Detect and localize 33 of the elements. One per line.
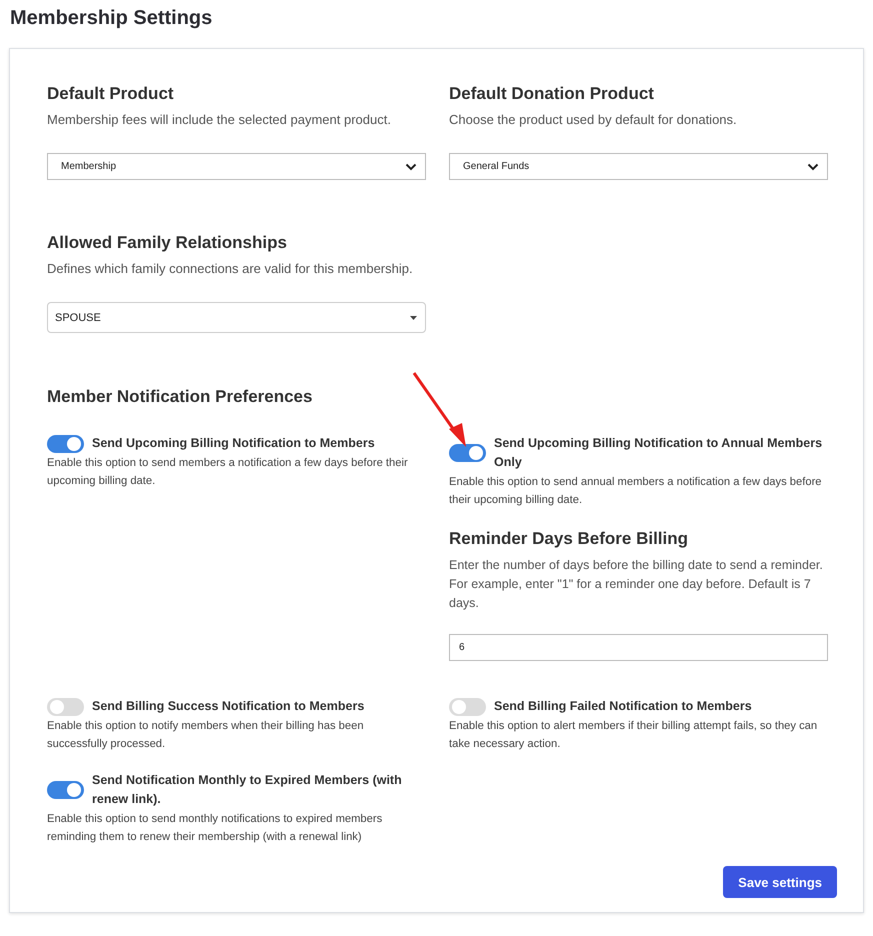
toggle-label: Send Upcoming Billing Notification to Annual Members Only <box>494 435 824 471</box>
page-title: Membership Settings <box>10 6 214 31</box>
section-heading: Member Notification Preferences <box>47 386 314 408</box>
save-button[interactable]: Save settings <box>723 866 837 898</box>
toggle-switch[interactable] <box>449 444 486 462</box>
caret-icon <box>410 316 417 320</box>
toggle-description: Enable this option to alert members if their billing attempt fails, so they can take necessary action. <box>449 719 818 752</box>
dropdown[interactable]: SPOUSE <box>47 302 426 333</box>
toggle-description: Enable this option to send monthly notifications to expired members reminding them to renew their membership (with a renewal link) <box>47 812 384 845</box>
dropdown[interactable]: Membership <box>47 153 426 180</box>
field-heading: Default Product <box>47 83 175 105</box>
toggle-description: Enable this option to send members a notification a few days before their upcoming billing date. <box>47 456 409 489</box>
field-heading: Reminder Days Before Billing <box>449 528 690 550</box>
toggle-switch[interactable] <box>449 698 486 716</box>
days-input[interactable]: 6 <box>449 634 828 661</box>
toggle-description: Enable this option to send annual members a notification a few days before their upcoming billing date. <box>449 475 823 508</box>
field-heading: Default Donation Product <box>449 83 655 105</box>
chevron-down-icon <box>405 162 417 170</box>
toggle-label: Send Upcoming Billing Notification to Members <box>92 435 375 452</box>
toggle-label: Send Billing Failed Notification to Members <box>494 698 752 715</box>
field-heading: Allowed Family Relationships <box>47 232 288 254</box>
chevron-down-icon <box>807 162 819 170</box>
toggle-label: Send Notification Monthly to Expired Members (with renew link). <box>92 772 403 808</box>
field-description: Defines which family connections are valid for this membership. <box>47 260 414 278</box>
field-description: Enter the number of days before the billing date to send a reminder. For example, enter "1" for a reminder one day before. Default is 7 days. <box>449 557 824 612</box>
toggle-description: Enable this option to notify members when their billing has been successfully processed. <box>47 719 365 752</box>
toggle-switch[interactable] <box>47 781 84 799</box>
field-description: Choose the product used by default for donations. <box>449 111 738 129</box>
toggle-switch[interactable] <box>47 434 84 452</box>
toggle-switch[interactable] <box>47 698 84 716</box>
field-description: Membership fees will include the selected payment product. <box>47 111 392 129</box>
dropdown[interactable]: General Funds <box>449 153 828 180</box>
toggle-label: Send Billing Success Notification to Members <box>92 698 364 715</box>
